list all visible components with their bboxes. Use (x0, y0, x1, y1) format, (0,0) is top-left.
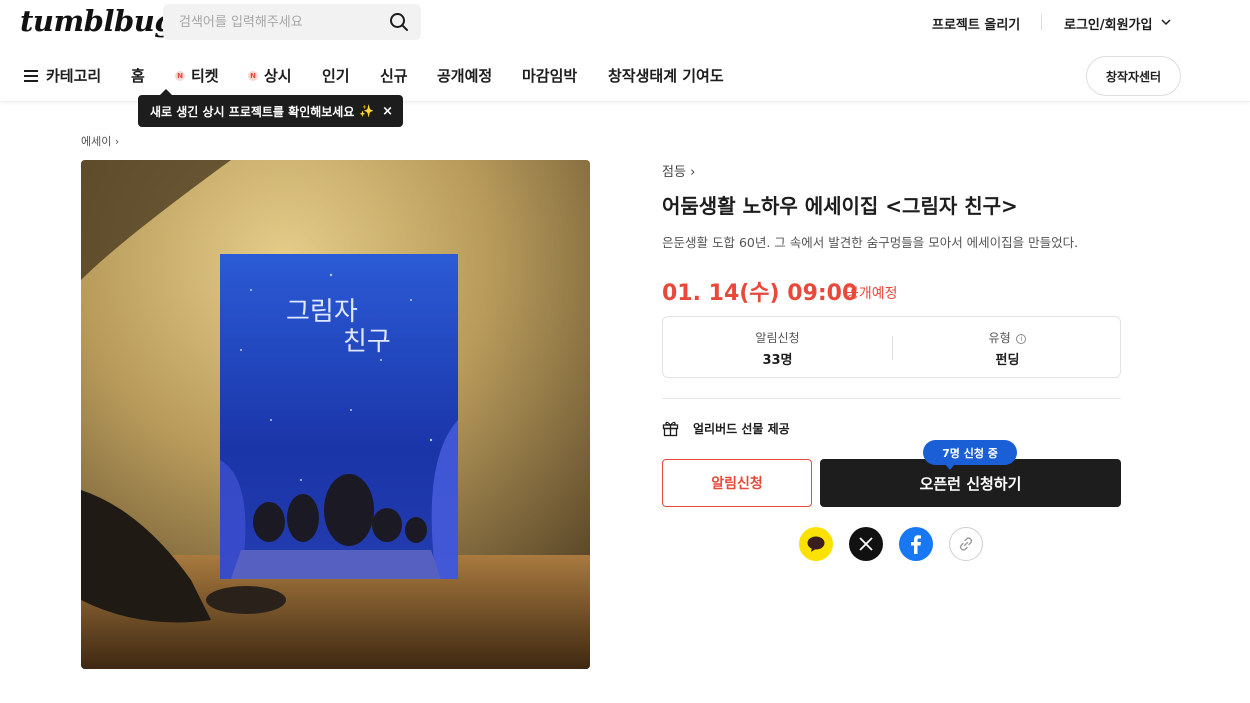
facebook-logo-icon (911, 535, 921, 554)
nav-category[interactable]: 카테고리 (24, 65, 101, 86)
chevron-right-icon: › (690, 165, 696, 180)
project-image[interactable]: 그림자 친구 (81, 160, 590, 669)
chevron-right-icon: › (114, 135, 120, 148)
open-run-button[interactable]: 오픈런 신청하기 (820, 459, 1121, 507)
stat-notify-value: 33명 (762, 353, 793, 368)
divider (662, 398, 1121, 399)
search-box[interactable] (163, 4, 421, 40)
stat-type-label: 유형 (988, 331, 1011, 345)
open-date: 01. 14(수) 09:00 (662, 281, 858, 306)
stat-type-value: 펀딩 (995, 353, 1020, 368)
book-photo: 그림자 친구 (81, 160, 590, 669)
notify-button[interactable]: 알림신청 (662, 459, 812, 507)
kakao-icon (807, 536, 825, 552)
nav-new[interactable]: 신규 (380, 65, 408, 86)
book-title-line1: 그림자 (286, 297, 358, 327)
project-title: 어둠생활 노하우 에세이집 <그림자 친구> (662, 194, 1018, 218)
tooltip-text: 새로 생긴 상시 프로젝트를 확인해보세요 (150, 104, 355, 119)
gift-icon (662, 421, 679, 437)
new-badge: N (175, 70, 185, 81)
nav-home[interactable]: 홈 (131, 65, 145, 86)
tooltip: 새로 생긴 상시 프로젝트를 확인해보세요 ✨ × (138, 89, 403, 127)
header-divider (1041, 14, 1042, 30)
nav-popular[interactable]: 인기 (322, 65, 350, 86)
x-share-icon[interactable] (849, 527, 883, 561)
project-stats: 알림신청 33명 유형 i 펀딩 (662, 316, 1121, 378)
stat-type: 유형 i 펀딩 (893, 329, 1122, 368)
search-icon[interactable] (389, 12, 409, 32)
breadcrumb[interactable]: 에세이 › (81, 133, 119, 149)
nav-closing[interactable]: 마감임박 (522, 65, 577, 86)
stat-notify: 알림신청 33명 (663, 329, 892, 368)
nav-always[interactable]: N 상시 (248, 65, 292, 86)
nav-category-label: 카테고리 (46, 67, 102, 85)
facebook-share-icon[interactable] (899, 527, 933, 561)
project-subtitle: 은둔생활 도합 60년. 그 속에서 발견한 숨구멍들을 모아서 에세이집을 만… (662, 235, 1079, 250)
stat-notify-label: 알림신청 (755, 331, 800, 345)
link-icon (959, 537, 973, 551)
breadcrumb-label: 에세이 (81, 135, 112, 148)
nav-ticket-label: 티켓 (191, 67, 219, 85)
top-bar: tumblbug 프로젝트 올리기 로그인/회원가입 (0, 0, 1250, 44)
close-icon[interactable]: × (382, 104, 393, 119)
logo[interactable]: tumblbug (20, 4, 175, 38)
info-icon[interactable]: i (1016, 334, 1027, 344)
hamburger-icon (24, 69, 38, 82)
nav-upcoming[interactable]: 공개예정 (437, 65, 492, 86)
creator-center-button[interactable]: 창작자센터 (1086, 56, 1181, 96)
applicants-badge: 7명 신청 중 (923, 440, 1017, 470)
chevron-down-icon[interactable] (1160, 16, 1172, 28)
link-share-icon[interactable] (949, 527, 983, 561)
early-bird-row: 얼리버드 선물 제공 (662, 420, 790, 437)
upload-project-link[interactable]: 프로젝트 올리기 (932, 14, 1020, 33)
early-bird-label: 얼리버드 선물 제공 (693, 422, 790, 436)
category-link-label: 점등 (662, 165, 686, 180)
nav-contribution[interactable]: 창작생태계 기여도 (608, 65, 724, 86)
nav-always-label: 상시 (264, 67, 292, 85)
login-link[interactable]: 로그인/회원가입 (1064, 14, 1152, 33)
kakao-share-icon[interactable] (799, 527, 833, 561)
search-input[interactable] (163, 4, 383, 40)
category-link[interactable]: 점등 › (662, 161, 695, 180)
book-title-line2: 친구 (343, 327, 391, 357)
sparkle-icon: ✨ (359, 104, 375, 118)
stat-type-label-wrap: 유형 i (893, 329, 1122, 346)
open-status: 공개예정 (846, 286, 898, 302)
x-logo-icon (859, 537, 873, 551)
new-badge: N (248, 70, 258, 81)
nav-ticket[interactable]: N 티켓 (175, 65, 219, 86)
